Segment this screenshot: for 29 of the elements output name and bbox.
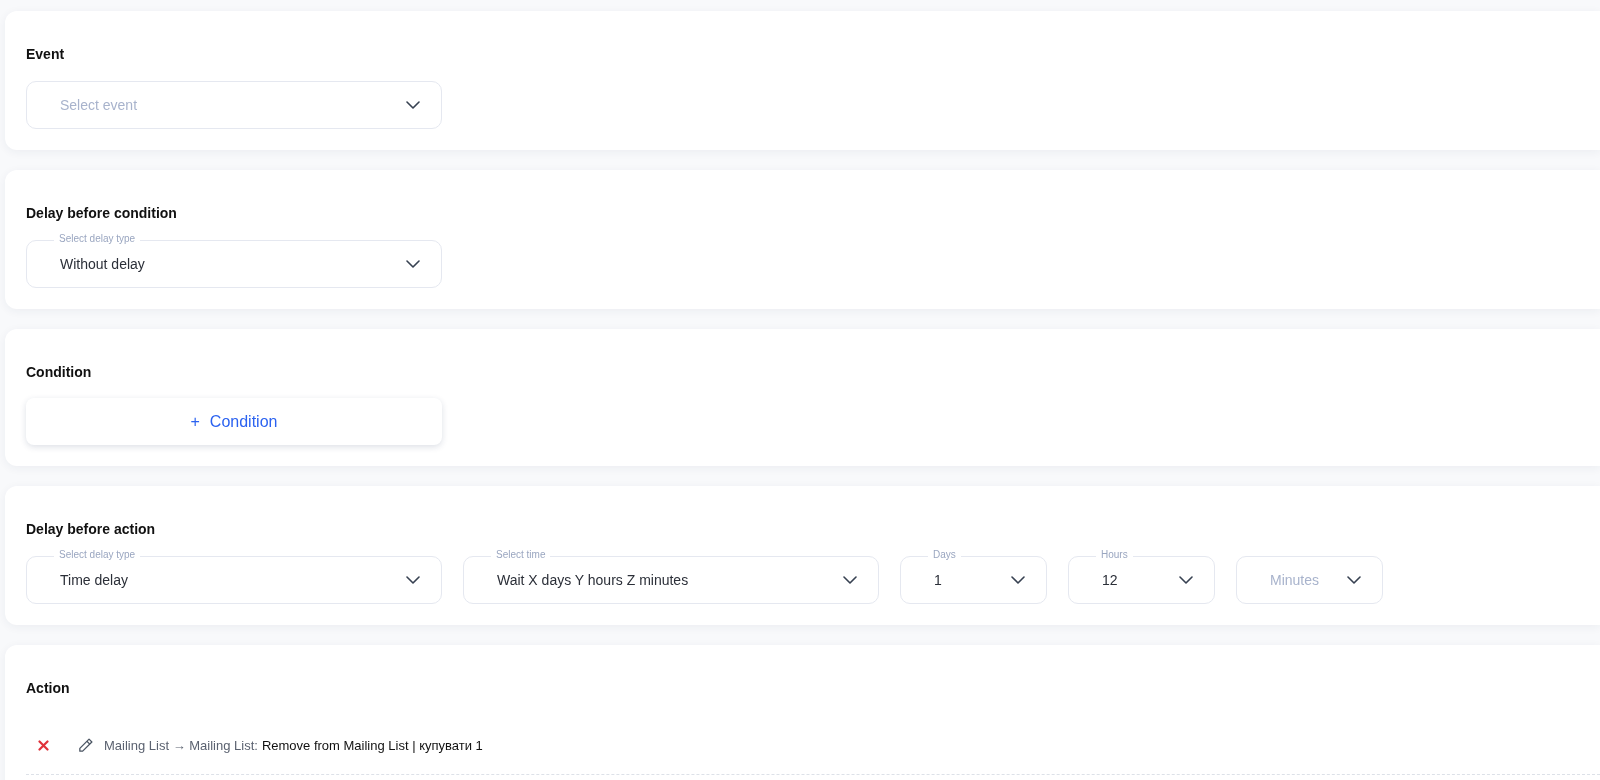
field-label: Select delay type	[54, 549, 141, 561]
chevron-down-icon	[406, 260, 420, 268]
section-title: Delay before action	[26, 520, 157, 538]
field-label: Hours	[1096, 549, 1133, 561]
close-icon	[37, 740, 49, 751]
action-path: Mailing List → Mailing List:	[104, 736, 258, 755]
field-label: Select time	[491, 549, 551, 561]
chevron-down-icon	[843, 576, 857, 584]
section-title: Condition	[26, 363, 93, 381]
field-value: Wait X days Y hours Z minutes	[497, 570, 689, 590]
chevron-down-icon	[1011, 576, 1025, 584]
field-value: Without delay	[60, 254, 145, 274]
field-placeholder: Select event	[60, 95, 138, 115]
chevron-down-icon	[1347, 576, 1361, 584]
add-condition-button[interactable]: + Condition	[26, 398, 442, 445]
section-title: Delay before condition	[26, 204, 178, 222]
chevron-down-icon	[1179, 576, 1193, 584]
field-value: 1	[934, 570, 942, 590]
section-title: Event	[26, 45, 66, 63]
field-label: Select delay type	[54, 233, 141, 245]
chevron-down-icon	[406, 101, 420, 109]
pencil-icon	[76, 737, 94, 754]
field-placeholder: Minutes	[1270, 570, 1320, 590]
action-detail: Remove from Mailing List | купувати 1	[261, 736, 483, 755]
section-title: Action	[26, 679, 71, 697]
chevron-down-icon	[406, 576, 420, 584]
field-value: 12	[1102, 570, 1118, 590]
field-label: Days	[928, 549, 961, 561]
field-value: Time delay	[60, 570, 128, 590]
